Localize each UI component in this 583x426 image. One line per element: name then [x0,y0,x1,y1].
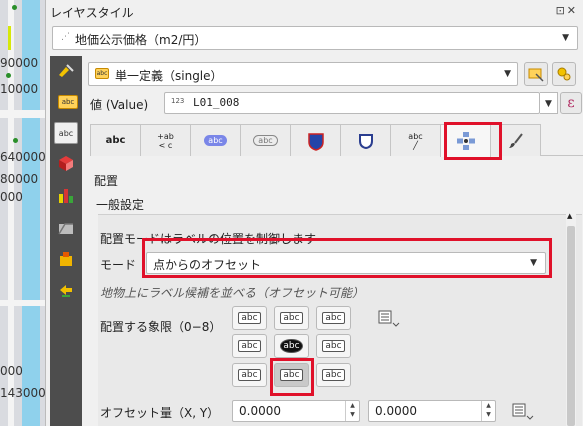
quadrant-button-2[interactable]: abc [316,306,351,330]
tab-mask[interactable]: abc [240,124,291,156]
layer-styling-panel: レイヤスタイル ⊡✕ ⋰ 地価公示価格（m2/円） ▼ abc abc 単一定義… [45,0,583,426]
value-dropdown[interactable]: ▼ [540,92,558,114]
map-point [13,138,18,143]
tab-buffer[interactable]: abc [190,124,241,156]
single-label-icon: abc [95,68,109,79]
offset-y-spinbox[interactable]: 0.0000 ▲ ▼ [368,400,496,422]
price-bar [8,26,11,50]
quadrant-button-8[interactable]: abc [316,363,351,387]
renderer-value: 単一定義（single） [115,69,223,83]
buffer-tab-icon: abc [204,135,227,146]
layer-name: 地価公示価格（m2/円） [75,33,207,47]
center-point-icon: abc [280,339,303,353]
point-layer-icon: ⋰ [61,32,70,42]
background-tab-icon [307,132,324,151]
symbology-icon[interactable] [54,60,78,82]
map-label: 000 [0,364,23,378]
panel-scrollbar[interactable]: ▲ [566,212,576,426]
value-label-icon: abc [58,95,78,109]
tab-text[interactable]: abc [90,124,141,156]
style-manager-icon[interactable] [552,62,576,86]
group-title: 一般設定 [96,198,145,212]
callouts-tab-icon: abc ╱ [408,131,423,150]
label-toolbar-icon[interactable] [524,62,548,86]
quadrant-button-5[interactable]: abc [316,334,351,358]
masks-icon[interactable] [54,218,78,240]
chevron-down-icon: ▼ [504,69,511,79]
dock-close-buttons[interactable]: ⊡✕ [556,4,578,17]
map-label: 000 [0,190,23,204]
offset-override-icon[interactable] [512,401,534,424]
quadrant-button-1[interactable]: abc [274,306,309,330]
quadrant-button-3[interactable]: abc [232,334,267,358]
offset-x-value: 0.0000 [239,404,281,418]
map-label: 10000 [0,82,39,96]
value-label: 値 (Value) [90,98,149,112]
style-sidebar: abc [50,56,82,426]
quadrant-label: 配置する象限（0−8） [100,320,222,334]
map-label: 640000 [0,150,45,164]
chevron-down-icon: ▼ [562,33,569,43]
quadrant-button-4[interactable]: abc [274,334,309,358]
quadrant-button-0[interactable]: abc [232,306,267,330]
renderer-select[interactable]: abc 単一定義（single） ▼ [88,62,518,86]
integer-field-icon: 123 [171,97,185,105]
layer-select[interactable]: ⋰ 地価公示価格（m2/円） ▼ [52,26,578,50]
transform-icon[interactable] [54,280,78,302]
formatting-tab-icon: +ab < c [157,131,174,150]
map-point [6,73,11,78]
quadrant-button-6[interactable]: abc [232,363,267,387]
chevron-down-icon: ▼ [545,99,552,109]
mode-label: モード [100,258,137,272]
tab-shadow[interactable] [340,124,391,156]
brush-icon [508,132,523,148]
text-tab-icon: abc [105,135,126,146]
shadow-tab-icon [358,133,373,149]
offset-label: オフセット量（X, Y） [100,406,220,420]
placement-tab-highlight [444,122,502,160]
scroll-thumb[interactable] [567,226,575,426]
tab-background[interactable] [290,124,341,156]
offset-y-value: 0.0000 [375,404,417,418]
panel-titlebar: レイヤスタイル ⊡✕ [46,0,583,24]
value-field-select[interactable]: 123 L01_008 [164,92,540,114]
mode-highlight [142,238,552,278]
labels-icon[interactable]: abc [54,122,78,144]
data-defined-override-icon[interactable] [378,308,400,331]
offset-x-spinbox[interactable]: 0.0000 ▲ ▼ [232,400,360,422]
quadrant-highlight [270,358,314,396]
tab-formatting[interactable]: +ab < c [140,124,191,156]
diagrams-icon[interactable] [54,184,78,206]
tab-callouts[interactable]: abc ╱ [390,124,441,156]
3d-view-icon[interactable] [54,152,78,174]
map-label: 143000 [0,386,45,400]
mask-tab-icon: abc [253,135,278,146]
spin-arrows-icon[interactable]: ▲ ▼ [481,401,495,421]
road [0,300,45,306]
expression-button[interactable]: ε [560,92,582,114]
label-settings-tabs: abc +ab < c abc abc abc ╱ [90,124,583,157]
spin-arrows-icon[interactable]: ▲ ▼ [345,401,359,421]
map-canvas-strip[interactable]: 90000 10000 640000 80000 000 000 143000 [0,0,45,426]
value-field: L01_008 [193,96,240,109]
map-label: 90000 [0,56,39,70]
road [0,110,45,118]
history-icon[interactable] [54,248,78,270]
mode-hint: 地物上にラベル候補を並べる（オフセット可能） [100,286,365,300]
section-title: 配置 [94,174,119,188]
map-point [12,5,17,10]
panel-title: レイヤスタイル [50,6,134,20]
scroll-up-icon[interactable]: ▲ [567,212,572,220]
map-label: 80000 [0,172,39,186]
